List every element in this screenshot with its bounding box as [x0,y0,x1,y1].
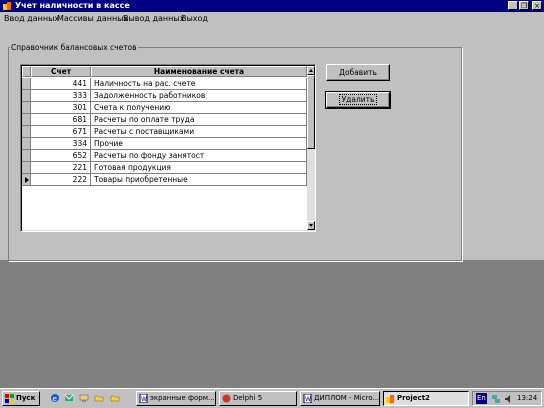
scroll-down-button[interactable] [307,221,315,230]
table-row[interactable]: 334 Прочие [22,138,307,150]
task-label: Delphi 5 [233,394,263,402]
table-row[interactable]: 301 Счета к получению [22,102,307,114]
maximize-button[interactable]: ❐ [519,1,529,10]
app-icon [3,2,11,10]
groupbox-label: Справочник балансовых счетов [10,43,138,52]
delete-button[interactable]: Удалить [325,91,391,109]
indicator-header [22,66,31,77]
row-indicator[interactable] [22,150,31,162]
task-label: Project2 [397,394,430,402]
volume-icon[interactable] [504,394,513,404]
table-row[interactable]: 681 Расчеты по оплате труда [22,114,307,126]
desktop-icon[interactable] [79,393,89,403]
task-diploma-word[interactable]: W ДИПЛОМ - Micro... [300,391,380,406]
cell-account-name[interactable]: Готовая продукция [91,162,307,174]
taskbar: Пуск e Wэкранные форм... Delphi 5 W ДИПЛО… [0,388,544,408]
cell-account[interactable]: 681 [31,114,91,126]
cell-account-name[interactable]: Расчеты по оплате труда [91,114,307,126]
word-document-icon: W [139,393,148,403]
table-row[interactable]: 221 Готовая продукция [22,162,307,174]
row-indicator[interactable] [22,78,31,90]
cell-account[interactable]: 334 [31,138,91,150]
task-label: ДИПЛОМ - Micro... [314,394,380,402]
cell-account[interactable]: 301 [31,102,91,114]
cell-account[interactable]: 652 [31,150,91,162]
outlook-express-icon[interactable] [64,393,74,403]
add-button-label: Добавить [339,68,377,77]
cell-account-name[interactable]: Задолженность работников [91,90,307,102]
menu-item-output[interactable]: Вывод данных [123,14,184,23]
table-row[interactable]: 222 Товары приобретенные [22,174,307,186]
cell-account[interactable]: 221 [31,162,91,174]
scroll-thumb[interactable] [307,75,315,149]
row-indicator[interactable] [22,126,31,138]
task-delphi[interactable]: Delphi 5 [219,391,297,406]
row-indicator[interactable] [22,174,31,186]
menu-item-exit[interactable]: Выход [181,14,208,23]
table-row[interactable]: 671 Расчеты с поставщиками [22,126,307,138]
row-indicator[interactable] [22,114,31,126]
accounts-grid[interactable]: Счет Наименование счета 441 Наличность на… [20,64,316,232]
arrow-up-icon [309,69,313,72]
cell-account-name[interactable]: Расчеты с поставщиками [91,126,307,138]
start-label: Пуск [16,394,36,402]
window-title: Учет наличности в кассе [15,1,130,10]
delphi-icon [222,394,231,402]
cell-account-name[interactable]: Счета к получению [91,102,307,114]
windows-logo-icon [5,393,14,403]
start-button[interactable]: Пуск [2,391,40,406]
task-screen-forms[interactable]: Wэкранные форм... [136,391,216,406]
table-row[interactable]: 652 Расчеты по фонду занятост [22,150,307,162]
row-indicator[interactable] [22,90,31,102]
vertical-scrollbar[interactable] [307,66,315,230]
cell-account-name[interactable]: Расчеты по фонду занятост [91,150,307,162]
task-label: экранные форм... [150,394,215,402]
svg-text:W: W [141,396,147,403]
delete-button-label: Удалить [338,94,378,105]
table-row[interactable]: 441 Наличность на рас. счете [22,78,307,90]
clock[interactable]: 13:24 [517,393,537,404]
svg-text:e: e [53,395,57,403]
arrow-down-icon [309,224,313,227]
close-button[interactable]: × [532,1,542,10]
language-indicator[interactable]: En [476,393,487,404]
add-button[interactable]: Добавить [326,64,390,81]
cell-account-name[interactable]: Прочие [91,138,307,150]
row-indicator[interactable] [22,138,31,150]
app-icon [386,394,394,403]
word-document-icon: W [303,393,312,403]
minimize-button[interactable]: _ [508,1,518,10]
folder-icon-2[interactable] [110,393,120,403]
network-icon[interactable] [491,394,501,404]
internet-explorer-icon[interactable]: e [50,393,60,403]
cell-account[interactable]: 333 [31,90,91,102]
column-header-name[interactable]: Наименование счета [91,66,307,77]
menu-bar: Ввод данных Массивы данных Вывод данных … [0,12,544,26]
scroll-up-button[interactable] [307,66,315,75]
cell-account[interactable]: 441 [31,78,91,90]
cell-account[interactable]: 222 [31,174,91,186]
row-indicator[interactable] [22,102,31,114]
title-bar[interactable]: Учет наличности в кассе _ ❐ × [0,0,544,12]
system-tray: En 13:24 [472,391,542,406]
cell-account-name[interactable]: Наличность на рас. счете [91,78,307,90]
row-indicator[interactable] [22,162,31,174]
column-header-account[interactable]: Счет [31,66,91,77]
folder-icon[interactable] [94,393,104,403]
current-row-arrow-icon [25,177,29,183]
task-project2[interactable]: Project2 [383,391,469,406]
cell-account-name[interactable]: Товары приобретенные [91,174,307,186]
svg-text:W: W [305,396,311,403]
menu-item-arrays[interactable]: Массивы данных [57,14,128,23]
menu-item-input[interactable]: Ввод данных [4,14,59,23]
cell-account[interactable]: 671 [31,126,91,138]
table-row[interactable]: 333 Задолженность работников [22,90,307,102]
